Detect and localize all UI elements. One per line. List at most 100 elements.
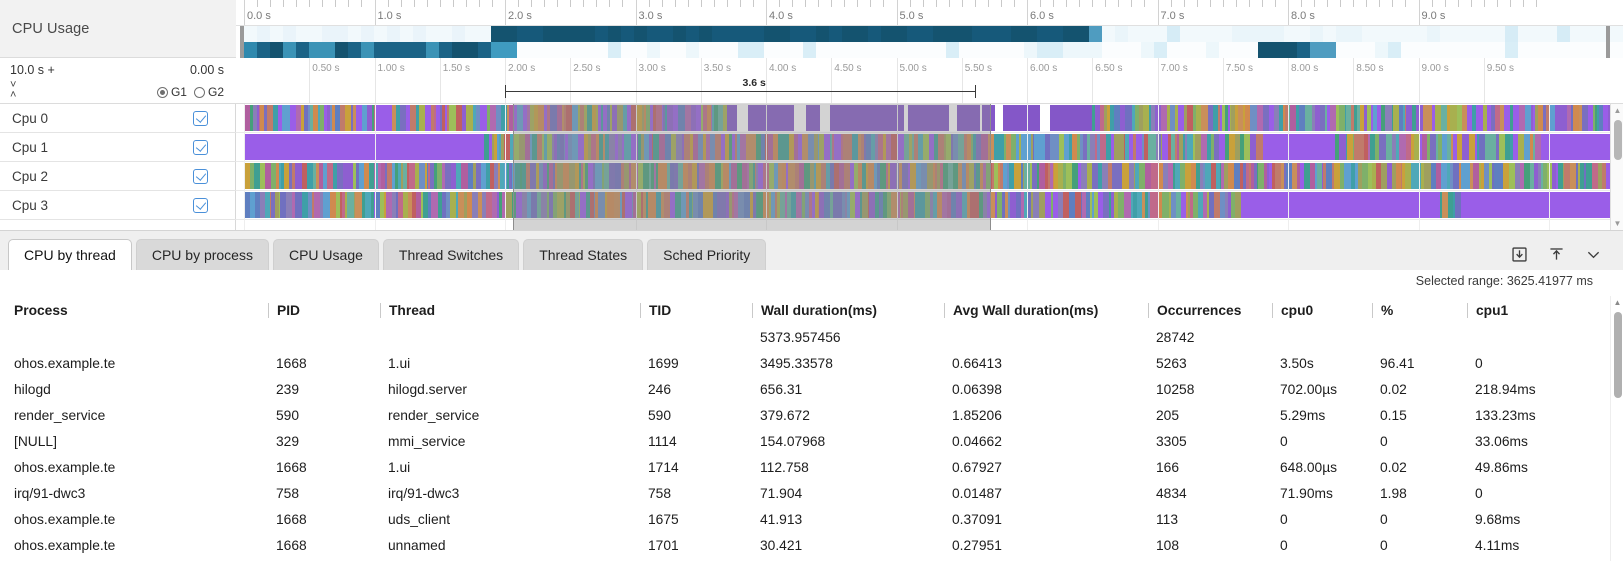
timeline-vertical-scrollbar[interactable]: ▲ ▼ <box>1610 104 1623 230</box>
range-stepper[interactable]: ˅ ˄ <box>10 82 16 102</box>
tab-cpu-usage[interactable]: CPU Usage <box>273 239 379 270</box>
table-scroll-up-arrow-icon[interactable]: ▲ <box>1611 296 1623 309</box>
chevron-up-icon[interactable]: ˄ <box>10 92 16 102</box>
time-ruler[interactable]: 0.0 s1.0 s2.0 s3.0 s4.0 s5.0 s6.0 s7.0 s… <box>236 0 1623 26</box>
column-header-tid[interactable]: TID <box>640 303 752 318</box>
measure-start-cap[interactable] <box>505 85 506 98</box>
cpu-slice[interactable] <box>1351 192 1362 218</box>
column-header-occurrences[interactable]: Occurrences <box>1148 303 1272 318</box>
scroll-down-arrow-icon[interactable]: ▼ <box>1611 217 1623 230</box>
heatmap-left-handle[interactable] <box>240 26 244 58</box>
column-header-wall-duration-ms[interactable]: Wall duration(ms) <box>752 303 944 318</box>
import-icon[interactable] <box>1510 245 1529 264</box>
cpu-usage-panel-header[interactable]: CPU Usage <box>0 0 236 58</box>
cpu-slice[interactable] <box>420 134 431 160</box>
lane-gridline <box>636 104 637 230</box>
tab-thread-states[interactable]: Thread States <box>523 239 643 270</box>
radio-g2[interactable]: G2 <box>194 85 224 99</box>
table-row[interactable]: ohos.example.te1668uds_client167541.9130… <box>0 506 1610 532</box>
cpu-track-lanes[interactable] <box>236 104 1623 230</box>
cpu-row-cpu1-checkbox[interactable] <box>193 140 208 155</box>
cpu-lane-cpu0[interactable] <box>236 104 1623 133</box>
table-vertical-scrollbar[interactable]: ▲ <box>1610 296 1623 561</box>
cpu-slice[interactable] <box>737 105 748 131</box>
cpu-row-cpu2-checkbox[interactable] <box>193 169 208 184</box>
heatmap-cell <box>1349 42 1363 58</box>
timeline-left-panel: CPU Usage 10.0 s + 0.00 s ˅ ˄ G1 <box>0 0 236 230</box>
tab-cpu-by-process[interactable]: CPU by process <box>136 239 269 270</box>
cpu-lane-cpu2[interactable] <box>236 162 1623 191</box>
table-row[interactable]: irq/91-dwc3758irq/91-dwc375871.9040.0148… <box>0 480 1610 506</box>
table-row[interactable]: ohos.example.te16681.ui16993495.335780.6… <box>0 350 1610 376</box>
column-header-process[interactable]: Process <box>0 303 268 318</box>
table-row[interactable]: render_service590render_service590379.67… <box>0 402 1610 428</box>
table-row[interactable]: 5373.95745628742 <box>0 324 1610 350</box>
heatmap-cell <box>1076 42 1090 58</box>
secondary-time-ruler[interactable]: 0.50 s1.00 s1.50 s2.00 s2.50 s3.00 s3.50… <box>236 58 1623 104</box>
heatmap-right-handle[interactable] <box>1606 26 1610 58</box>
heatmap-cell <box>517 42 531 58</box>
measure-line <box>505 91 975 92</box>
cpu-row-cpu0-checkbox[interactable] <box>193 111 208 126</box>
cpu-slice[interactable] <box>1518 192 1529 218</box>
table-row[interactable]: hilogd239hilogd.server246656.310.0639810… <box>0 376 1610 402</box>
cpu-row-cpu0[interactable]: Cpu 0 <box>0 104 236 133</box>
table-row[interactable]: [NULL]329mmi_service1114154.079680.04662… <box>0 428 1610 454</box>
column-header-cpu1[interactable]: cpu1 <box>1467 303 1607 318</box>
cpu-slice[interactable] <box>1326 192 1337 218</box>
cpu-slice[interactable] <box>755 105 766 131</box>
export-icon[interactable] <box>1547 245 1566 264</box>
heatmap-band-lower[interactable] <box>236 42 1623 58</box>
column-header-cpu0[interactable]: cpu0 <box>1272 303 1372 318</box>
cpu-slice[interactable] <box>1600 192 1611 218</box>
timeline-scroll-thumb[interactable] <box>1614 120 1622 160</box>
measure-end-cap[interactable] <box>975 85 976 98</box>
cpu-row-cpu3-checkbox[interactable] <box>193 198 208 213</box>
scroll-up-arrow-icon[interactable]: ▲ <box>1611 104 1623 117</box>
cpu-slice[interactable] <box>1068 105 1079 131</box>
cell-cpu0: 702.00µs <box>1272 382 1372 397</box>
cpu-slice[interactable] <box>834 105 845 131</box>
cpu-usage-heatmap[interactable] <box>236 26 1623 58</box>
ruler-minor-tick <box>792 0 793 7</box>
radio-g2-icon[interactable] <box>194 87 205 98</box>
cell-pct: 0.15 <box>1372 408 1467 423</box>
collapse-chevron-icon[interactable] <box>1584 245 1603 264</box>
tab-sched-priority[interactable]: Sched Priority <box>647 239 766 270</box>
cpu-slice[interactable] <box>356 134 367 160</box>
cpu-slice[interactable] <box>1299 192 1310 218</box>
column-header-thread[interactable]: Thread <box>380 303 640 318</box>
cpu-slice[interactable] <box>1497 192 1508 218</box>
column-header-[interactable]: % <box>1372 303 1467 318</box>
cpu-slice[interactable] <box>1538 192 1549 218</box>
radio-g1-icon[interactable] <box>157 87 168 98</box>
cpu-slice[interactable] <box>439 134 450 160</box>
cpu-row-cpu2[interactable]: Cpu 2 <box>0 162 236 191</box>
column-header-avg-wall-duration-ms[interactable]: Avg Wall duration(ms) <box>944 303 1148 318</box>
table-row[interactable]: ohos.example.te16681.ui1714112.7580.6792… <box>0 454 1610 480</box>
cell-wall: 41.913 <box>752 512 944 527</box>
heatmap-cell <box>868 26 882 42</box>
tab-thread-switches[interactable]: Thread Switches <box>383 239 519 270</box>
cpu-slice[interactable] <box>1507 192 1518 218</box>
cpu-lane-cpu1[interactable] <box>236 133 1623 162</box>
heatmap-band-upper[interactable] <box>236 26 1623 42</box>
cpu-row-cpu3[interactable]: Cpu 3 <box>0 191 236 220</box>
radio-g1[interactable]: G1 <box>157 85 187 99</box>
ruler-tick-label: 5.0 s <box>897 10 924 22</box>
cell-avg: 0.04662 <box>944 434 1148 449</box>
table-scroll-thumb[interactable] <box>1614 312 1622 398</box>
cpu-lane-cpu3[interactable] <box>236 191 1623 220</box>
ruler2-tick-label: 4.00 s <box>766 63 796 74</box>
table-row[interactable]: ohos.example.te1668unnamed170130.4210.27… <box>0 532 1610 558</box>
ruler-minor-tick <box>727 0 728 7</box>
tab-cpu-by-thread[interactable]: CPU by thread <box>8 239 132 270</box>
heatmap-cell <box>1518 26 1532 42</box>
cpu-slice[interactable] <box>908 105 919 131</box>
cpu-slice[interactable] <box>1293 134 1304 160</box>
column-header-pid[interactable]: PID <box>268 303 380 318</box>
cpu-slice[interactable] <box>277 134 288 160</box>
cpu-slice[interactable] <box>400 134 411 160</box>
cpu-row-cpu1[interactable]: Cpu 1 <box>0 133 236 162</box>
cell-pid: 1668 <box>268 460 380 475</box>
